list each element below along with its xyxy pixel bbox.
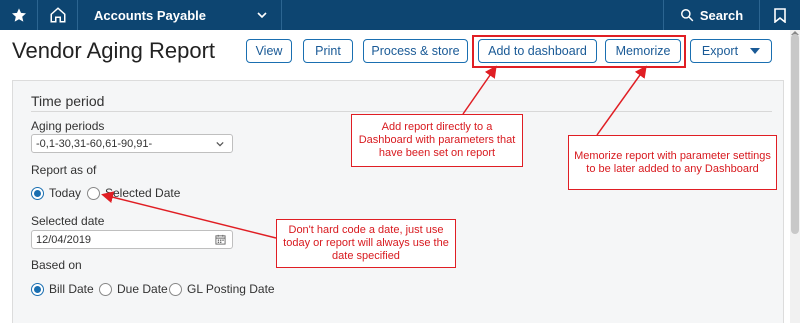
radio-selected-date[interactable]: Selected Date [87, 186, 180, 200]
radio-due-date-label: Due Date [117, 282, 168, 296]
radio-selected-date-label: Selected Date [105, 186, 181, 200]
radio-due-date[interactable]: Due Date [99, 282, 168, 296]
memorize-annotation: Memorize report with parameter settings … [568, 135, 777, 190]
date-annotation: Don't hard code a date, just use today o… [276, 219, 456, 268]
nav-spacer [282, 0, 664, 30]
process-store-button[interactable]: Process & store [363, 39, 468, 63]
page-title: Vendor Aging Report [12, 38, 216, 63]
radio-today-label: Today [49, 186, 82, 200]
aging-periods-select[interactable]: -0,1-30,31-60,61-90,91- [31, 134, 233, 153]
radio-button[interactable] [87, 186, 100, 200]
section-title: Time period [31, 93, 105, 109]
favorites-button[interactable] [0, 0, 38, 30]
search-icon [680, 9, 694, 22]
radio-gl-posting-date-label: GL Posting Date [187, 282, 275, 296]
radio-gl-posting-date[interactable]: GL Posting Date [169, 282, 275, 296]
caret-down-icon [750, 48, 761, 54]
annotation-highlight-box [472, 35, 686, 68]
radio-bill-date-label: Bill Date [49, 282, 94, 296]
star-icon [11, 8, 26, 22]
calendar-icon[interactable] [215, 234, 226, 245]
section-divider [31, 111, 772, 112]
module-label: Accounts Payable [94, 7, 206, 23]
chevron-down-icon [216, 141, 224, 146]
based-on-label: Based on [31, 258, 82, 272]
export-label: Export [701, 44, 739, 58]
radio-button[interactable] [169, 282, 182, 296]
selected-date-input[interactable]: 12/04/2019 [31, 230, 233, 249]
export-button[interactable]: Export [690, 39, 772, 63]
home-button[interactable] [38, 0, 78, 30]
radio-today[interactable]: Today [31, 186, 81, 200]
radio-button-selected[interactable] [31, 186, 44, 200]
home-icon [50, 7, 65, 23]
bookmark-button[interactable] [760, 0, 800, 30]
dashboard-annotation: Add report directly to a Dashboard with … [351, 114, 523, 167]
scrollbar-thumb[interactable] [791, 34, 799, 234]
radio-button[interactable] [99, 282, 112, 296]
bookmark-icon [774, 7, 786, 23]
search-button[interactable]: Search [664, 0, 760, 30]
selected-date-label: Selected date [31, 214, 105, 228]
print-button[interactable]: Print [303, 39, 353, 63]
view-button[interactable]: View [246, 39, 292, 63]
aging-periods-value: -0,1-30,31-60,61-90,91- [36, 137, 153, 150]
radio-bill-date[interactable]: Bill Date [31, 282, 94, 296]
report-as-of-label: Report as of [31, 163, 97, 177]
radio-button-selected[interactable] [31, 282, 44, 296]
top-nav-bar: Accounts Payable Search [0, 0, 800, 30]
module-selector[interactable]: Accounts Payable [78, 0, 282, 30]
selected-date-value: 12/04/2019 [36, 233, 92, 246]
aging-periods-label: Aging periods [31, 119, 105, 133]
search-label: Search [699, 7, 744, 23]
chevron-down-icon [257, 12, 267, 19]
